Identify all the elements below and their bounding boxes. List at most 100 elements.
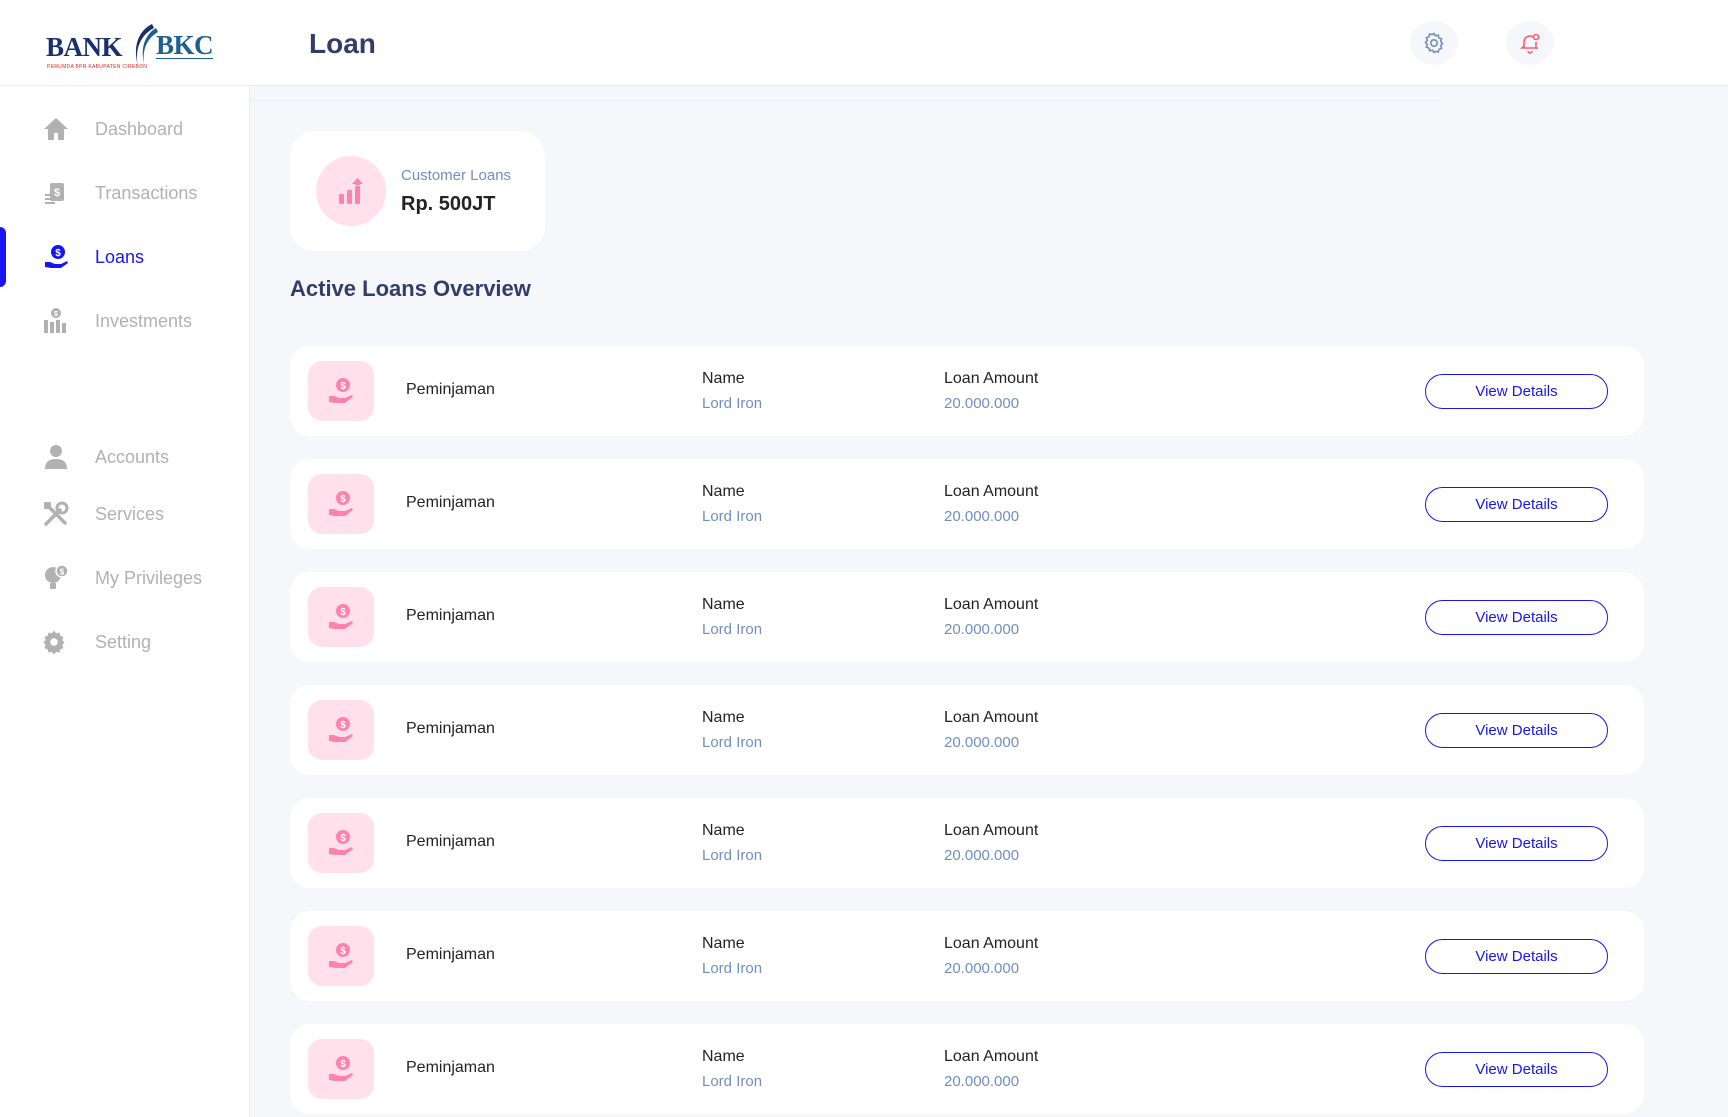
view-details-button[interactable]: View Details [1425, 939, 1608, 974]
bank-logo[interactable]: BANK BKC PERUMDA BPR KABUPATEN CIREBON [44, 22, 214, 74]
loan-row: $ Peminjaman Name Lord Iron Loan Amount … [290, 798, 1644, 888]
settings-button[interactable] [1410, 21, 1458, 65]
gear-icon [40, 628, 68, 656]
bell-icon [1520, 33, 1540, 54]
loan-row: $ Peminjaman Name Lord Iron Loan Amount … [290, 1024, 1644, 1114]
home-icon [42, 115, 70, 143]
view-details-button[interactable]: View Details [1425, 1052, 1608, 1087]
loan-amount: 20.000.000 [944, 734, 1020, 751]
sidebar-item-label: Investments [95, 310, 193, 331]
view-details-button[interactable]: View Details [1425, 374, 1608, 409]
chart-up-icon [316, 156, 386, 226]
amount-header: Loan Amount [944, 935, 1039, 952]
sidebar-item-label: Transactions [95, 182, 198, 203]
sidebar-item-accounts[interactable]: Accounts [0, 437, 250, 477]
loan-type: Peminjaman [406, 833, 495, 850]
borrower-name: Lord Iron [702, 395, 763, 412]
loan-type: Peminjaman [406, 381, 495, 398]
sidebar-item-loans[interactable]: $ Loans [0, 237, 250, 277]
logo-name-right: BKC [156, 30, 214, 60]
loan-icon: $ [308, 1039, 374, 1099]
view-details-button[interactable]: View Details [1425, 713, 1608, 748]
borrower-name: Lord Iron [702, 734, 763, 751]
tools-icon [42, 500, 70, 528]
sidebar-item-label: Loans [95, 246, 145, 267]
view-details-button[interactable]: View Details [1425, 826, 1608, 861]
svg-text:$: $ [55, 248, 61, 259]
sidebar-item-my-privileges[interactable]: $ My Privileges [0, 558, 250, 598]
notification-button[interactable] [1506, 21, 1554, 65]
svg-text:$: $ [340, 833, 346, 844]
borrower-name: Lord Iron [702, 621, 763, 638]
loan-icon: $ [308, 361, 374, 421]
user-icon [42, 443, 70, 471]
sidebar: Dashboard $ Transactions $ Loans $ Inves… [0, 86, 250, 1117]
loan-amount: 20.000.000 [944, 960, 1020, 977]
header-divider [250, 100, 1440, 101]
borrower-name: Lord Iron [702, 508, 763, 525]
amount-header: Loan Amount [944, 1048, 1039, 1065]
sidebar-item-label: Services [95, 503, 165, 524]
loan-type: Peminjaman [406, 1059, 495, 1076]
sidebar-item-investments[interactable]: $ Investments [0, 301, 250, 341]
amount-header: Loan Amount [944, 370, 1039, 387]
loan-icon: $ [308, 700, 374, 760]
loan-amount: 20.000.000 [944, 508, 1020, 525]
svg-text:$: $ [340, 1059, 346, 1070]
loan-amount: 20.000.000 [944, 621, 1020, 638]
borrower-name: Lord Iron [702, 847, 763, 864]
investment-icon: $ [42, 307, 70, 335]
svg-text:$: $ [340, 607, 346, 618]
logo-name-left: BANK [46, 32, 123, 62]
sidebar-item-label: My Privileges [95, 567, 203, 588]
loan-row: $ Peminjaman Name Lord Iron Loan Amount … [290, 685, 1644, 775]
sidebar-item-setting[interactable]: Setting [0, 622, 250, 662]
svg-text:$: $ [340, 946, 346, 957]
amount-header: Loan Amount [944, 709, 1039, 726]
svg-text:$: $ [54, 311, 58, 318]
amount-header: Loan Amount [944, 596, 1039, 613]
customer-loans-card: Customer Loans Rp. 500JT [290, 131, 545, 251]
loan-row: $ Peminjaman Name Lord Iron Loan Amount … [290, 911, 1644, 1001]
section-title: Active Loans Overview [290, 276, 531, 301]
summary-value: Rp. 500JT [401, 193, 496, 215]
sidebar-item-services[interactable]: Services [0, 494, 250, 534]
loan-type: Peminjaman [406, 720, 495, 737]
view-details-button[interactable]: View Details [1425, 487, 1608, 522]
name-header: Name [702, 935, 745, 952]
loan-row: $ Peminjaman Name Lord Iron Loan Amount … [290, 572, 1644, 662]
amount-header: Loan Amount [944, 483, 1039, 500]
loan-type: Peminjaman [406, 607, 495, 624]
name-header: Name [702, 1048, 745, 1065]
loan-icon: $ [308, 813, 374, 873]
loan-amount: 20.000.000 [944, 1073, 1020, 1090]
sidebar-item-transactions[interactable]: $ Transactions [0, 173, 250, 213]
amount-header: Loan Amount [944, 822, 1039, 839]
name-header: Name [702, 709, 745, 726]
loan-row: $ Peminjaman Name Lord Iron Loan Amount … [290, 459, 1644, 549]
loan-row: $ Peminjaman Name Lord Iron Loan Amount … [290, 346, 1644, 436]
sidebar-item-label: Setting [95, 631, 152, 652]
page-title: Loan [309, 28, 376, 59]
svg-text:$: $ [340, 381, 346, 392]
loan-amount: 20.000.000 [944, 395, 1020, 412]
loan-type: Peminjaman [406, 494, 495, 511]
name-header: Name [702, 370, 745, 387]
loan-icon: $ [308, 474, 374, 534]
transfer-icon: $ [42, 179, 70, 207]
sidebar-item-label: Accounts [95, 446, 170, 467]
borrower-name: Lord Iron [702, 960, 763, 977]
top-header: BANK BKC PERUMDA BPR KABUPATEN CIREBON L… [0, 0, 1728, 86]
logo-tagline: PERUMDA BPR KABUPATEN CIREBON [47, 64, 148, 70]
borrower-name: Lord Iron [702, 1073, 763, 1090]
view-details-button[interactable]: View Details [1425, 600, 1608, 635]
loan-amount: 20.000.000 [944, 847, 1020, 864]
sidebar-item-label: Dashboard [95, 118, 184, 139]
loan-icon: $ [308, 926, 374, 986]
sidebar-item-dashboard[interactable]: Dashboard [0, 109, 250, 149]
gear-icon [1424, 32, 1444, 54]
name-header: Name [702, 822, 745, 839]
loan-icon: $ [42, 243, 70, 271]
name-header: Name [702, 596, 745, 613]
svg-text:$: $ [60, 568, 65, 577]
